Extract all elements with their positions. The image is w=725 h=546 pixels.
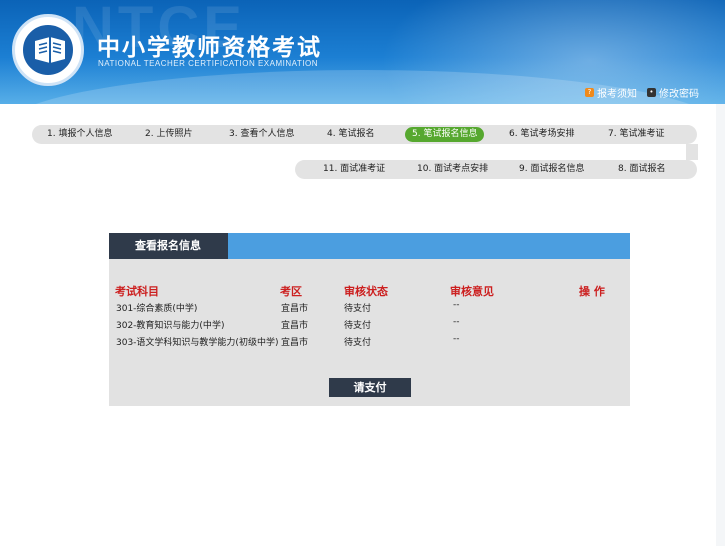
step-interview-registration[interactable]: 8. 面试报名 — [618, 162, 665, 177]
step-fill-personal-info[interactable]: 1. 填报个人信息 — [47, 127, 112, 142]
step-written-registration-info[interactable]: 5. 笔试报名信息 — [405, 127, 485, 142]
site-subtitle: NATIONAL TEACHER CERTIFICATION EXAMINATI… — [98, 59, 318, 68]
password-icon: • — [647, 88, 656, 97]
ntce-logo — [12, 14, 84, 86]
change-password-link[interactable]: • 修改密码 — [647, 85, 699, 100]
steps-bar-connector — [686, 144, 698, 160]
row3-area: 宜昌市 — [281, 338, 309, 348]
row2-area: 宜昌市 — [281, 321, 309, 331]
book-icon — [35, 37, 65, 63]
column-header-actions: 操 作 — [579, 285, 605, 298]
row3-opinion: -- — [453, 334, 460, 344]
row2-subject: 302-教育知识与能力(中学) — [116, 321, 225, 331]
page-header: NTCE 中小学教师资格考试 NATIONAL TEACHER CERTIFIC… — [0, 0, 725, 104]
step-written-registration[interactable]: 4. 笔试报名 — [327, 127, 374, 142]
step-upload-photo[interactable]: 2. 上传照片 — [145, 127, 192, 142]
exam-notice-label: 报考须知 — [597, 89, 637, 100]
right-frame-edge — [716, 104, 725, 546]
row1-opinion: -- — [453, 300, 460, 310]
pay-button[interactable]: 请支付 — [329, 378, 411, 397]
column-header-review-status: 审核状态 — [344, 285, 388, 298]
row1-area: 宜昌市 — [281, 304, 309, 314]
column-header-review-opinion: 审核意见 — [450, 285, 494, 298]
step-interview-site-arrangement[interactable]: 10. 面试考点安排 — [417, 162, 488, 177]
step-interview-admission-ticket[interactable]: 11. 面试准考证 — [323, 162, 385, 177]
column-header-subject: 考试科目 — [115, 285, 159, 298]
column-header-exam-area: 考区 — [280, 285, 302, 298]
step-written-room-arrangement[interactable]: 6. 笔试考场安排 — [509, 127, 574, 142]
row3-status: 待支付 — [344, 338, 372, 348]
step-interview-registration-info[interactable]: 9. 面试报名信息 — [519, 162, 584, 177]
row2-status: 待支付 — [344, 321, 372, 331]
step-written-admission-ticket[interactable]: 7. 笔试准考证 — [608, 127, 664, 142]
panel-title: 查看报名信息 — [109, 233, 228, 259]
site-title: 中小学教师资格考试 — [97, 34, 322, 61]
row3-subject: 303-语文学科知识与教学能力(初级中学) — [116, 338, 279, 348]
row1-subject: 301-综合素质(中学) — [116, 304, 198, 314]
step-view-personal-info[interactable]: 3. 查看个人信息 — [229, 127, 294, 142]
help-icon: ? — [585, 88, 594, 97]
row1-status: 待支付 — [344, 304, 372, 314]
row2-opinion: -- — [453, 317, 460, 327]
change-password-label: 修改密码 — [659, 89, 699, 100]
header-links: ? 报考须知 • 修改密码 — [585, 85, 699, 100]
exam-notice-link[interactable]: ? 报考须知 — [585, 85, 637, 100]
